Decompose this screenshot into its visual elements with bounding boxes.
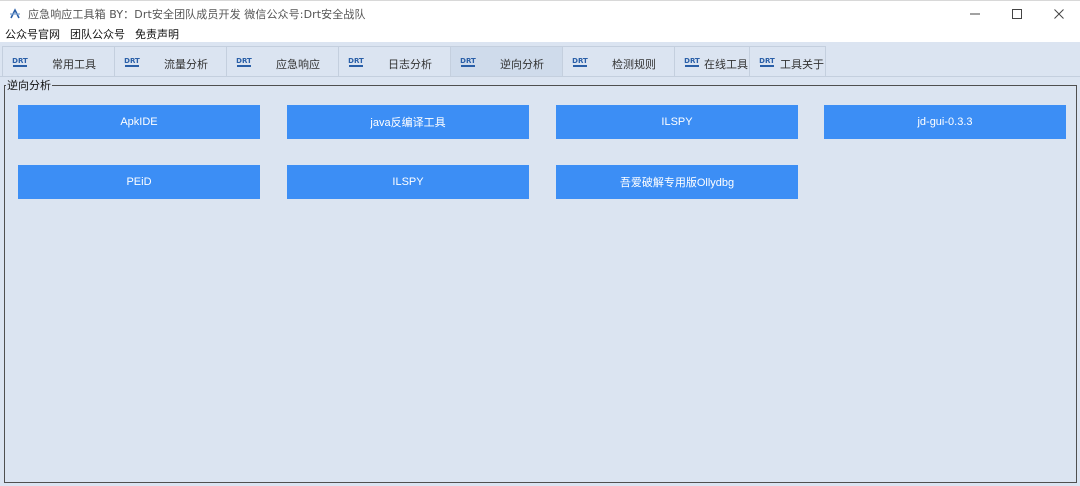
client-area: DRT 常用工具 DRT 流量分析 DRT 应急响应 DRT 日志分析 DRT …	[0, 42, 1080, 486]
close-button[interactable]	[1038, 1, 1080, 27]
svg-text:DRT: DRT	[460, 57, 476, 65]
tab-label: 常用工具	[52, 58, 96, 71]
svg-text:DRT: DRT	[759, 57, 775, 65]
maximize-icon	[1012, 9, 1022, 19]
title-bar: 应急响应工具箱 BY：Drt安全团队成员开发 微信公众号:Drt安全战队	[0, 0, 1080, 26]
drt-logo-icon: DRT	[684, 57, 700, 67]
app-icon	[8, 7, 22, 21]
tab-label: 流量分析	[164, 58, 208, 71]
tab-log-analysis[interactable]: DRT 日志分析	[338, 46, 451, 77]
menu-item-disclaimer[interactable]: 免责声明	[135, 26, 179, 42]
group-title: 逆向分析	[6, 77, 52, 93]
svg-text:DRT: DRT	[684, 57, 700, 65]
drt-logo-icon: DRT	[460, 57, 476, 67]
window-title: 应急响应工具箱 BY：Drt安全团队成员开发 微信公众号:Drt安全战队	[28, 7, 366, 21]
drt-logo-icon: DRT	[572, 57, 588, 67]
ilspy-button[interactable]: ILSPY	[556, 105, 798, 139]
drt-logo-icon: DRT	[12, 57, 28, 67]
drt-logo-icon: DRT	[759, 57, 775, 67]
peid-button[interactable]: PEiD	[18, 165, 260, 199]
jd-gui-button[interactable]: jd-gui-0.3.3	[824, 105, 1066, 139]
minimize-icon	[970, 13, 980, 15]
ilspy-button-2[interactable]: ILSPY	[287, 165, 529, 199]
tab-online-tools[interactable]: DRT 在线工具	[674, 46, 750, 77]
drt-logo-icon: DRT	[124, 57, 140, 67]
reverse-analysis-group: ApkIDE java反编译工具 ILSPY jd-gui-0.3.3 PEiD…	[4, 85, 1077, 483]
tab-reverse-analysis[interactable]: DRT 逆向分析	[450, 46, 563, 77]
tab-label: 应急响应	[276, 58, 320, 71]
tab-strip: DRT 常用工具 DRT 流量分析 DRT 应急响应 DRT 日志分析 DRT …	[2, 46, 826, 77]
window-controls	[954, 1, 1080, 27]
drt-logo-icon: DRT	[236, 57, 252, 67]
tab-divider	[0, 76, 1080, 77]
tab-traffic-analysis[interactable]: DRT 流量分析	[114, 46, 227, 77]
tab-common-tools[interactable]: DRT 常用工具	[2, 46, 115, 77]
tab-label: 日志分析	[388, 58, 432, 71]
svg-text:DRT: DRT	[12, 57, 28, 65]
svg-text:DRT: DRT	[572, 57, 588, 65]
tab-about-tools[interactable]: DRT 工具关于	[749, 46, 826, 77]
tab-label: 在线工具	[704, 58, 748, 71]
tab-detection-rules[interactable]: DRT 检测规则	[562, 46, 675, 77]
svg-text:DRT: DRT	[348, 57, 364, 65]
minimize-button[interactable]	[954, 1, 996, 27]
svg-text:DRT: DRT	[236, 57, 252, 65]
menu-item-official-site[interactable]: 公众号官网	[5, 26, 60, 42]
tab-label: 检测规则	[612, 58, 656, 71]
tab-label: 逆向分析	[500, 58, 544, 71]
ollydbg-button[interactable]: 吾爱破解专用版Ollydbg	[556, 165, 798, 199]
menu-item-team-account[interactable]: 团队公众号	[70, 26, 125, 42]
tab-label: 工具关于	[780, 58, 824, 71]
java-decompiler-button[interactable]: java反编译工具	[287, 105, 529, 139]
svg-text:DRT: DRT	[124, 57, 140, 65]
drt-logo-icon: DRT	[348, 57, 364, 67]
apkide-button[interactable]: ApkIDE	[18, 105, 260, 139]
menu-bar: 公众号官网 团队公众号 免责声明	[0, 26, 1080, 42]
close-icon	[1054, 9, 1064, 19]
maximize-button[interactable]	[996, 1, 1038, 27]
tab-incident-response[interactable]: DRT 应急响应	[226, 46, 339, 77]
